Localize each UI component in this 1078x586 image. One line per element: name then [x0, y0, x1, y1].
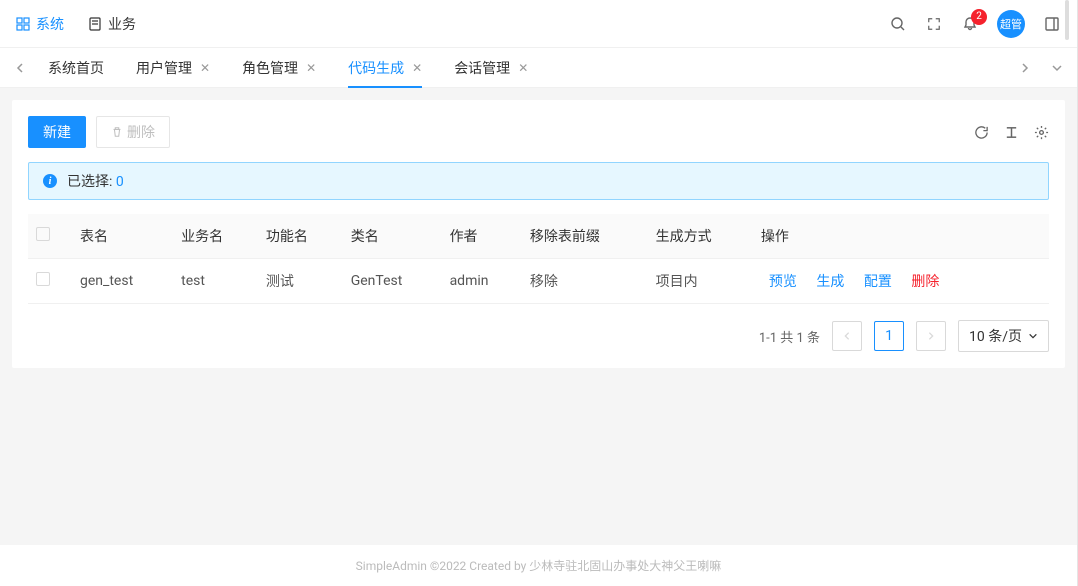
- col-header: 移除表前缀: [522, 214, 648, 259]
- col-header: 生成方式: [648, 214, 753, 259]
- page-next[interactable]: [916, 321, 946, 351]
- select-all-checkbox[interactable]: [36, 227, 50, 241]
- tab-label: 代码生成: [348, 58, 404, 78]
- tab-label: 用户管理: [136, 58, 192, 78]
- action-delete[interactable]: 删除: [911, 274, 939, 290]
- col-header: 功能名: [258, 214, 343, 259]
- pagination: 1-1 共 1 条 1 10 条/页: [28, 320, 1049, 352]
- chevron-down-icon: [1028, 331, 1038, 341]
- density-icon[interactable]: [1003, 124, 1019, 140]
- cell-class-name: GenTest: [343, 259, 442, 304]
- row-checkbox[interactable]: [36, 272, 50, 286]
- close-icon[interactable]: ✕: [200, 61, 210, 75]
- layout-toggle-icon[interactable]: [1043, 15, 1061, 33]
- tabs-bar: 系统首页 用户管理 ✕ 角色管理 ✕ 代码生成 ✕ 会话管理 ✕: [0, 48, 1077, 88]
- page-size-label: 10 条/页: [969, 326, 1022, 346]
- page-size-select[interactable]: 10 条/页: [958, 320, 1049, 352]
- delete-button-label: 删除: [127, 122, 155, 142]
- col-header: 作者: [442, 214, 522, 259]
- col-header: 操作: [753, 214, 1049, 259]
- tab-role-mgmt[interactable]: 角色管理 ✕: [226, 48, 332, 88]
- close-icon[interactable]: ✕: [306, 61, 316, 75]
- panel: 新建 删除: [12, 100, 1065, 368]
- action-preview[interactable]: 预览: [769, 274, 797, 290]
- nav-business-label: 业务: [108, 14, 136, 34]
- settings-icon[interactable]: [1033, 124, 1049, 140]
- grid-icon: [16, 17, 30, 31]
- alert-text: 已选择:: [67, 174, 112, 190]
- col-header: 表名: [72, 214, 173, 259]
- page-number[interactable]: 1: [874, 321, 904, 351]
- tab-home[interactable]: 系统首页: [32, 48, 120, 88]
- nav-system[interactable]: 系统: [16, 14, 64, 34]
- page-prev[interactable]: [832, 321, 862, 351]
- fullscreen-icon[interactable]: [925, 15, 943, 33]
- app-header: 系统 业务 2 超管: [0, 0, 1077, 48]
- table-row: gen_test test 测试 GenTest admin 移除 项目内 预览…: [28, 259, 1049, 304]
- tab-code-gen[interactable]: 代码生成 ✕: [332, 48, 438, 88]
- bell-icon[interactable]: 2: [961, 15, 979, 33]
- cell-biz-name: test: [173, 259, 258, 304]
- tab-session-mgmt[interactable]: 会话管理 ✕: [438, 48, 544, 88]
- close-icon[interactable]: ✕: [518, 61, 528, 75]
- tabs-scroll-left[interactable]: [8, 56, 32, 80]
- tab-user-mgmt[interactable]: 用户管理 ✕: [120, 48, 226, 88]
- main-content: 新建 删除: [0, 88, 1077, 545]
- file-icon: [88, 17, 102, 31]
- refresh-icon[interactable]: [973, 124, 989, 140]
- header-nav: 系统 业务: [16, 14, 136, 34]
- data-table: 表名 业务名 功能名 类名 作者 移除表前缀 生成方式 操作 gen_test: [28, 214, 1049, 304]
- close-icon[interactable]: ✕: [412, 61, 422, 75]
- search-icon[interactable]: [889, 15, 907, 33]
- table-header-row: 表名 业务名 功能名 类名 作者 移除表前缀 生成方式 操作: [28, 214, 1049, 259]
- tabs-scroll-right[interactable]: [1013, 56, 1037, 80]
- notification-badge: 2: [971, 9, 987, 25]
- create-button[interactable]: 新建: [28, 116, 86, 148]
- col-header: 类名: [343, 214, 442, 259]
- delete-button[interactable]: 删除: [96, 116, 170, 148]
- cell-author: admin: [442, 259, 522, 304]
- info-icon: i: [43, 174, 57, 188]
- header-actions: 2 超管: [889, 10, 1061, 38]
- cell-prefix: 移除: [522, 259, 648, 304]
- toolbar: 新建 删除: [28, 116, 1049, 148]
- page-info: 1-1 共 1 条: [759, 327, 820, 346]
- footer: SimpleAdmin ©2022 Created by 少林寺驻北固山办事处大…: [0, 545, 1077, 586]
- action-generate[interactable]: 生成: [816, 274, 844, 290]
- cell-actions: 预览 生成 配置 删除: [753, 259, 1049, 304]
- tabs-dropdown[interactable]: [1045, 56, 1069, 80]
- alert-count: 0: [116, 174, 124, 190]
- tab-label: 系统首页: [48, 58, 104, 78]
- tab-label: 角色管理: [242, 58, 298, 78]
- avatar[interactable]: 超管: [997, 10, 1025, 38]
- trash-icon: [111, 126, 123, 138]
- cell-table-name: gen_test: [72, 259, 173, 304]
- selection-alert: i 已选择: 0: [28, 162, 1049, 200]
- tabs-list: 系统首页 用户管理 ✕ 角色管理 ✕ 代码生成 ✕ 会话管理 ✕: [32, 48, 1013, 88]
- col-header: 业务名: [173, 214, 258, 259]
- action-configure[interactable]: 配置: [864, 274, 892, 290]
- cell-gen-type: 项目内: [648, 259, 753, 304]
- tab-label: 会话管理: [454, 58, 510, 78]
- cell-func-name: 测试: [258, 259, 343, 304]
- nav-business[interactable]: 业务: [88, 14, 136, 34]
- nav-system-label: 系统: [36, 14, 64, 34]
